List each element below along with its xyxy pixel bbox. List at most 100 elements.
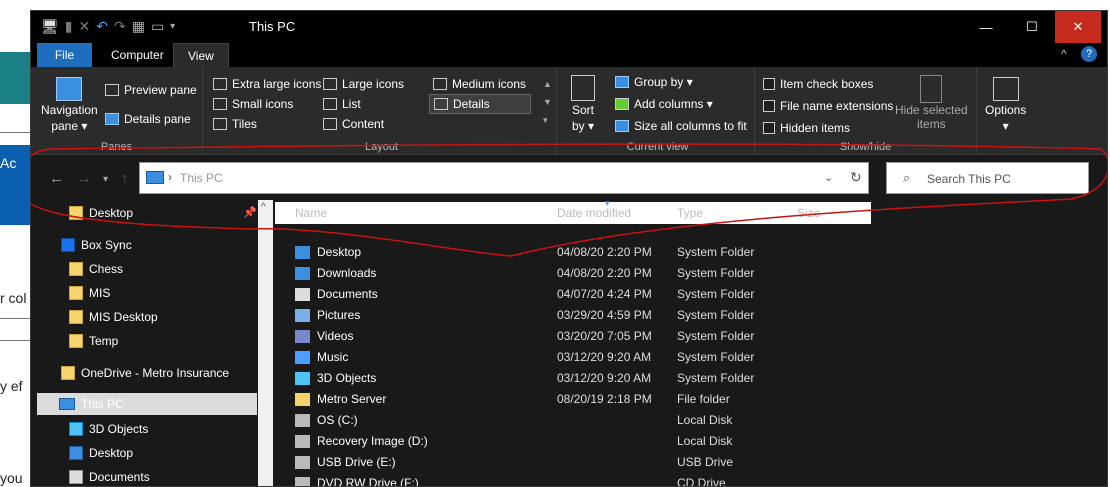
- file-name: Music: [317, 350, 349, 364]
- navigation-pane-button[interactable]: Navigation pane ▾: [41, 77, 98, 133]
- search-placeholder: Search This PC: [927, 172, 1011, 186]
- details-option[interactable]: Details: [429, 94, 531, 114]
- nav-item-label: Temp: [89, 334, 119, 348]
- column-size[interactable]: Size: [797, 206, 820, 220]
- nav-item-chess[interactable]: Chess: [69, 258, 123, 280]
- redo-icon[interactable]: ↷: [114, 18, 126, 35]
- nav-item-onedrive[interactable]: OneDrive - Metro Insurance: [61, 362, 229, 384]
- sort-label: Sort: [571, 103, 594, 117]
- file-date: 03/29/20 4:59 PM: [557, 308, 652, 322]
- item-icon: [295, 393, 310, 406]
- file-name: Downloads: [317, 266, 377, 280]
- current-view-group: Sort by ▾ Group by ▾ Add columns ▾ Size …: [561, 67, 755, 155]
- file-row[interactable]: Downloads 04/08/20 2:20 PM System Folder: [295, 263, 895, 284]
- options-chevron: ▾: [1002, 119, 1009, 133]
- properties-icon[interactable]: ▮: [65, 18, 73, 35]
- nav-item-temp[interactable]: Temp: [69, 330, 118, 352]
- new-folder-icon[interactable]: ▭: [151, 18, 164, 35]
- collapse-ribbon-icon[interactable]: ^: [1061, 47, 1067, 61]
- group-by-icon: [615, 76, 629, 88]
- address-input[interactable]: › This PC ⌄ ↻: [139, 162, 869, 194]
- file-name-extensions-label: File name extensions: [780, 99, 894, 113]
- details-pane-button[interactable]: Details pane: [105, 112, 191, 126]
- computer-icon: [59, 398, 75, 410]
- delete-icon[interactable]: ✕: [79, 18, 91, 35]
- file-row[interactable]: Pictures 03/29/20 4:59 PM System Folder: [295, 305, 895, 326]
- preview-pane-button[interactable]: Preview pane: [105, 83, 197, 97]
- file-type: Local Disk: [677, 434, 733, 448]
- file-row[interactable]: Documents 04/07/20 4:24 PM System Folder: [295, 284, 895, 305]
- recent-locations-chevron-icon[interactable]: ▾: [103, 174, 108, 185]
- nav-item-mis[interactable]: MIS: [69, 282, 110, 304]
- group-by-button[interactable]: Group by ▾: [615, 75, 693, 89]
- extra-large-icons-option[interactable]: Extra large icons: [213, 77, 321, 91]
- show-hide-group: Item check boxes File name extensions Hi…: [755, 67, 977, 155]
- file-type: System Folder: [677, 287, 755, 301]
- add-columns-button[interactable]: Add columns ▾: [615, 97, 713, 111]
- nav-item-desktop[interactable]: Desktop: [69, 442, 133, 464]
- nav-item-desktop-pinned[interactable]: Desktop: [69, 202, 133, 224]
- hide-selected-items-button[interactable]: Hide selected items: [895, 75, 968, 131]
- medium-icons-option[interactable]: Medium icons: [433, 77, 526, 91]
- refresh-icon[interactable]: ↻: [850, 169, 862, 186]
- file-type: System Folder: [677, 245, 755, 259]
- content-icon: [323, 118, 337, 130]
- column-type[interactable]: Type: [677, 206, 703, 220]
- layout-scroll-icon[interactable]: ▲ ▼ ▾: [543, 75, 552, 129]
- size-all-columns-button[interactable]: Size all columns to fit: [615, 119, 747, 133]
- nav-item-documents[interactable]: Documents: [69, 466, 150, 486]
- file-name-extensions-checkbox[interactable]: File name extensions: [763, 99, 893, 113]
- file-date: 08/20/19 2:18 PM: [557, 392, 652, 406]
- file-row[interactable]: Metro Server 08/20/19 2:18 PM File folder: [295, 389, 895, 410]
- tiles-option[interactable]: Tiles: [213, 117, 257, 131]
- folder-icon: [69, 206, 83, 220]
- file-row[interactable]: Recovery Image (D:) Local Disk: [295, 431, 895, 452]
- search-input[interactable]: ⌕ Search This PC: [886, 162, 1089, 194]
- scroll-up-icon[interactable]: ^: [261, 202, 266, 213]
- file-row[interactable]: OS (C:) Local Disk: [295, 410, 895, 431]
- customize-toolbar-chevron-icon[interactable]: ▾: [170, 21, 175, 32]
- help-icon[interactable]: ?: [1081, 46, 1097, 62]
- file-row[interactable]: USB Drive (E:) USB Drive: [295, 452, 895, 473]
- maximize-button[interactable]: ☐: [1009, 11, 1055, 43]
- back-arrow-icon[interactable]: ←: [49, 170, 64, 187]
- undo-icon[interactable]: ↶: [96, 18, 108, 35]
- column-date-modified[interactable]: Date modified: [557, 206, 631, 220]
- up-arrow-icon[interactable]: ↑: [121, 170, 129, 187]
- address-dropdown-icon[interactable]: ⌄: [824, 171, 833, 184]
- close-button[interactable]: ✕: [1055, 11, 1101, 43]
- pin-icon[interactable]: 📌: [243, 206, 257, 219]
- tab-view[interactable]: View: [173, 43, 229, 67]
- nav-item-3d-objects[interactable]: 3D Objects: [69, 418, 148, 440]
- file-row[interactable]: DVD RW Drive (F:) CD Drive: [295, 473, 895, 487]
- sort-by-button[interactable]: Sort by ▾: [571, 75, 595, 133]
- window-title: This PC: [249, 19, 296, 34]
- list-option[interactable]: List: [323, 97, 361, 111]
- rename-icon[interactable]: ▦: [132, 18, 145, 35]
- tiles-label: Tiles: [232, 117, 257, 131]
- nav-item-mis-desktop[interactable]: MIS Desktop: [69, 306, 158, 328]
- file-row[interactable]: Desktop 04/08/20 2:20 PM System Folder: [295, 242, 895, 263]
- column-name[interactable]: Name: [295, 206, 327, 220]
- item-check-boxes-checkbox[interactable]: Item check boxes: [763, 77, 873, 91]
- breadcrumb-chevron-icon[interactable]: ›: [168, 170, 172, 184]
- nav-item-box-sync[interactable]: Box Sync: [61, 234, 132, 256]
- content-option[interactable]: Content: [323, 117, 384, 131]
- file-name: DVD RW Drive (F:): [317, 476, 419, 487]
- small-icons-option[interactable]: Small icons: [213, 97, 293, 111]
- options-button[interactable]: Options ▾: [985, 77, 1026, 133]
- minimize-button[interactable]: —: [963, 11, 1009, 43]
- item-icon: [295, 267, 310, 280]
- file-row[interactable]: 3D Objects 03/12/20 9:20 AM System Folder: [295, 368, 895, 389]
- nav-item-this-pc[interactable]: This PC: [59, 393, 124, 415]
- hidden-items-checkbox[interactable]: Hidden items: [763, 121, 850, 135]
- file-row[interactable]: Music 03/12/20 9:20 AM System Folder: [295, 347, 895, 368]
- file-row[interactable]: Videos 03/20/20 7:05 PM System Folder: [295, 326, 895, 347]
- tab-computer[interactable]: Computer: [97, 43, 178, 67]
- ribbon-tabs: File Computer View ^ ?: [31, 43, 1107, 67]
- tab-file[interactable]: File: [37, 43, 92, 67]
- nav-scrollbar[interactable]: ^: [258, 200, 273, 486]
- large-icons-option[interactable]: Large icons: [323, 77, 404, 91]
- item-icon: [295, 288, 310, 301]
- forward-arrow-icon[interactable]: →: [77, 170, 92, 187]
